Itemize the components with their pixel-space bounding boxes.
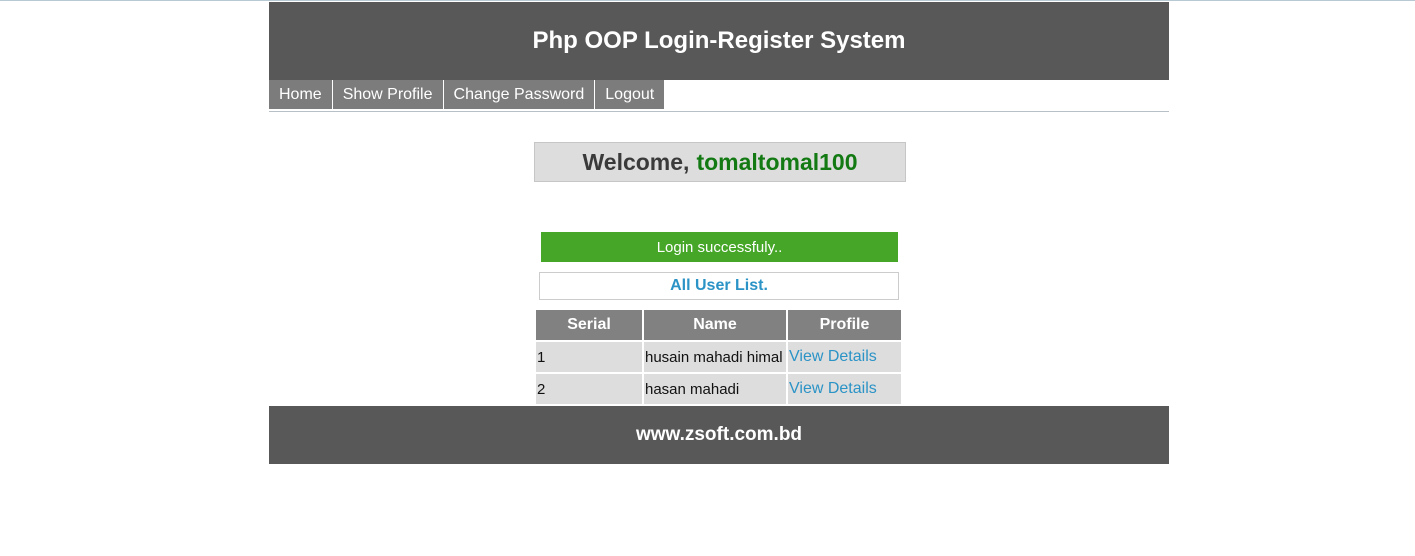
welcome-username: tomaltomal100 <box>696 148 858 175</box>
main-content: Welcome, tomaltomal100 Login successfuly… <box>269 112 1169 406</box>
user-list-title: All User List. <box>539 272 899 300</box>
table-row: 1 husain mahadi himal View Details <box>536 342 901 372</box>
view-details-link[interactable]: View Details <box>788 342 901 372</box>
nav-item-logout[interactable]: Logout <box>595 80 665 109</box>
site-header: Php OOP Login-Register System <box>269 2 1169 80</box>
user-table: Serial Name Profile 1 husain mahadi hima… <box>534 308 903 406</box>
nav-item-change-password[interactable]: Change Password <box>443 80 595 109</box>
footer-text: www.zsoft.com.bd <box>635 424 803 445</box>
page-wrapper: Php OOP Login-Register System Home Show … <box>269 2 1169 464</box>
cell-serial: 2 <box>536 374 642 404</box>
table-row: 2 hasan mahadi View Details <box>536 374 901 404</box>
cell-serial: 1 <box>536 342 642 372</box>
user-list-title-text: All User List. <box>670 277 768 294</box>
site-footer: www.zsoft.com.bd <box>269 406 1169 464</box>
success-alert-message: Login successfuly.. <box>656 238 783 256</box>
nav-item-show-profile[interactable]: Show Profile <box>332 80 443 109</box>
welcome-prefix: Welcome, <box>582 148 690 175</box>
main-nav: Home Show Profile Change Password Logout <box>269 80 1169 112</box>
site-title: Php OOP Login-Register System <box>532 27 906 54</box>
cell-name: hasan mahadi <box>644 374 786 404</box>
table-header-row: Serial Name Profile <box>536 310 901 340</box>
column-header-name: Name <box>644 310 786 340</box>
cell-name: husain mahadi himal <box>644 342 786 372</box>
nav-item-home[interactable]: Home <box>269 80 332 109</box>
column-header-profile: Profile <box>788 310 901 340</box>
welcome-banner: Welcome, tomaltomal100 <box>534 142 906 182</box>
success-alert: Login successfuly.. <box>541 232 898 262</box>
view-details-link[interactable]: View Details <box>788 374 901 404</box>
top-border-line <box>0 0 1415 1</box>
column-header-serial: Serial <box>536 310 642 340</box>
